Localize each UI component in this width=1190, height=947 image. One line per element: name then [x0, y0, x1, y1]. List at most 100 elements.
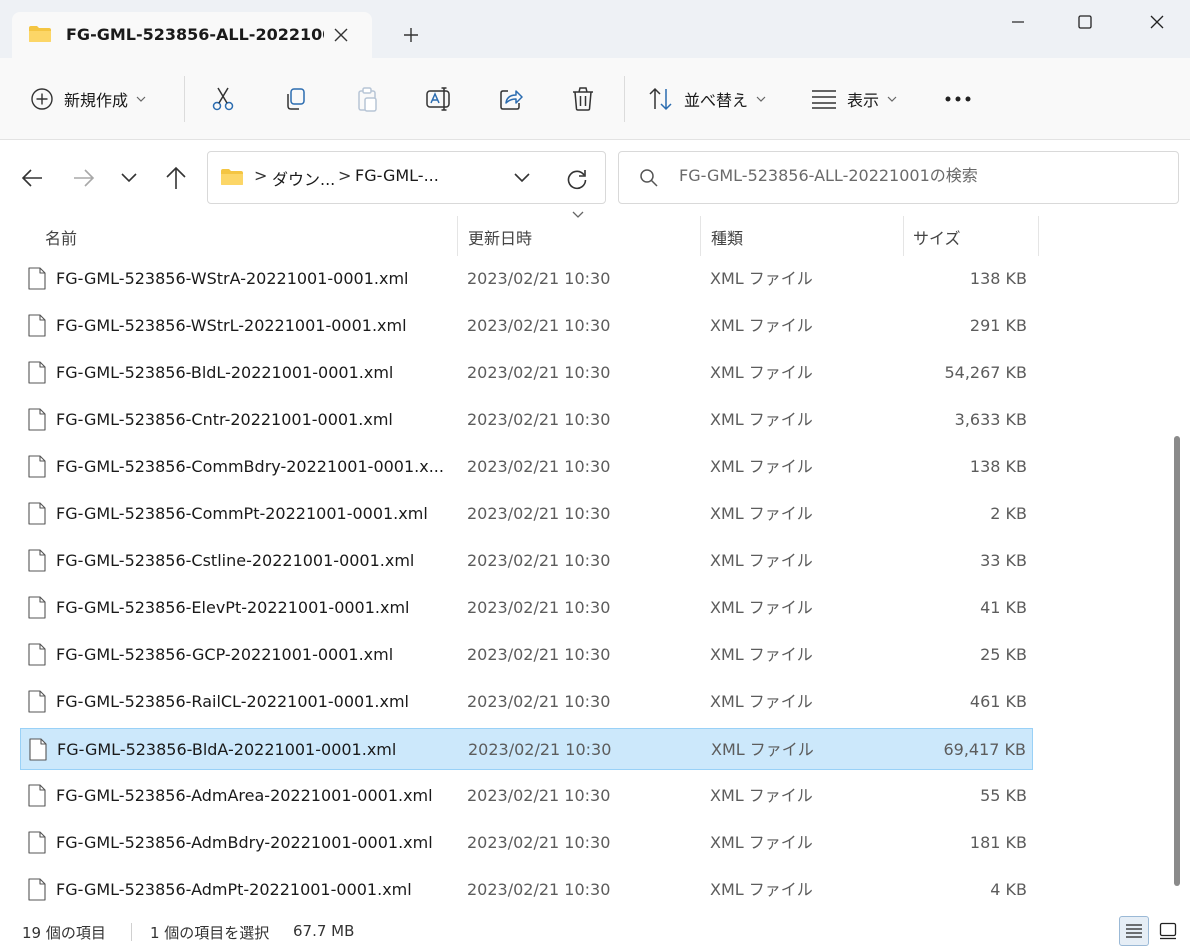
search-input[interactable]	[679, 166, 1159, 185]
status-divider	[131, 923, 132, 941]
view-button-label: 表示	[847, 91, 880, 110]
column-divider[interactable]	[1038, 216, 1039, 256]
address-history-button[interactable]	[510, 168, 534, 188]
file-row[interactable]: FG-GML-523856-WStrL-20221001-0001.xml 20…	[20, 305, 1033, 347]
file-row[interactable]: FG-GML-523856-GCP-20221001-0001.xml 2023…	[20, 634, 1033, 676]
back-button[interactable]	[16, 162, 48, 194]
file-row[interactable]: FG-GML-523856-AdmPt-20221001-0001.xml 20…	[20, 869, 1033, 911]
file-row[interactable]: FG-GML-523856-RailCL-20221001-0001.xml 2…	[20, 681, 1033, 723]
tiles-view-button[interactable]	[1153, 916, 1183, 946]
file-type: XML ファイル	[710, 598, 813, 617]
breadcrumb-downloads[interactable]: ダウン...	[272, 166, 335, 190]
details-view-icon	[1126, 924, 1142, 938]
file-name: FG-GML-523856-CommPt-20221001-0001.xml	[56, 504, 428, 523]
rename-button[interactable]	[422, 82, 456, 116]
file-size: 2 KB	[990, 504, 1027, 523]
file-row[interactable]: FG-GML-523856-AdmBdry-20221001-0001.xml …	[20, 822, 1033, 864]
forward-button[interactable]	[68, 162, 100, 194]
share-button[interactable]	[494, 82, 528, 116]
breadcrumb-current-folder[interactable]: FG-GML-...	[355, 166, 439, 185]
tiles-view-icon	[1159, 922, 1177, 940]
file-type: XML ファイル	[710, 645, 813, 664]
column-divider[interactable]	[457, 216, 458, 256]
paste-button[interactable]	[350, 82, 384, 116]
file-row[interactable]: FG-GML-523856-AdmArea-20221001-0001.xml …	[20, 775, 1033, 817]
file-modified-date: 2023/02/21 10:30	[467, 692, 611, 711]
maximize-button[interactable]	[1062, 4, 1108, 40]
file-type: XML ファイル	[710, 833, 813, 852]
file-modified-date: 2023/02/21 10:30	[467, 551, 611, 570]
file-name: FG-GML-523856-Cntr-20221001-0001.xml	[56, 410, 393, 429]
file-icon	[29, 738, 47, 761]
arrow-up-icon	[166, 166, 186, 189]
tab-title: FG-GML-523856-ALL-20221001	[66, 25, 324, 44]
chevron-down-icon	[121, 173, 137, 183]
address-bar[interactable]: > ダウン... > FG-GML-...	[207, 151, 606, 204]
command-bar: 新規作成 並べ替え 表示	[0, 58, 1190, 140]
file-modified-date: 2023/02/21 10:30	[467, 645, 611, 664]
file-name: FG-GML-523856-GCP-20221001-0001.xml	[56, 645, 394, 664]
search-box[interactable]	[618, 151, 1179, 204]
file-size: 138 KB	[969, 269, 1027, 288]
file-modified-date: 2023/02/21 10:30	[467, 880, 611, 899]
minimize-button[interactable]	[995, 4, 1041, 40]
cut-button[interactable]	[206, 82, 240, 116]
rename-icon	[426, 87, 450, 111]
column-header-name[interactable]: 名前	[45, 214, 77, 260]
scrollbar-thumb[interactable]	[1174, 436, 1180, 886]
file-row[interactable]: FG-GML-523856-ElevPt-20221001-0001.xml 2…	[20, 587, 1033, 629]
file-type: XML ファイル	[711, 740, 814, 759]
breadcrumb-separator: >	[338, 166, 352, 185]
file-row[interactable]: FG-GML-523856-BldA-20221001-0001.xml 202…	[20, 728, 1033, 770]
file-row[interactable]: FG-GML-523856-Cstline-20221001-0001.xml …	[20, 540, 1033, 582]
breadcrumb-separator: >	[254, 166, 268, 185]
column-header-type[interactable]: 種類	[711, 214, 743, 260]
copy-button[interactable]	[278, 82, 312, 116]
column-header-date[interactable]: 更新日時	[468, 214, 532, 260]
selected-size: 67.7 MB	[293, 922, 355, 940]
new-tab-button[interactable]	[396, 20, 426, 50]
file-type: XML ファイル	[710, 551, 813, 570]
file-type: XML ファイル	[710, 363, 813, 382]
file-row[interactable]: FG-GML-523856-CommPt-20221001-0001.xml 2…	[20, 493, 1033, 535]
minimize-icon	[1012, 21, 1024, 23]
delete-button[interactable]	[566, 82, 600, 116]
up-button[interactable]	[160, 162, 192, 194]
file-modified-date: 2023/02/21 10:30	[467, 598, 611, 617]
new-button[interactable]: 新規作成	[30, 78, 146, 120]
file-row[interactable]: FG-GML-523856-CommBdry-20221001-0001.x..…	[20, 446, 1033, 488]
file-row[interactable]: FG-GML-523856-WStrA-20221001-0001.xml 20…	[20, 258, 1033, 300]
close-tab-button[interactable]	[328, 22, 354, 48]
title-bar: FG-GML-523856-ALL-20221001	[0, 0, 1190, 58]
details-view-button[interactable]	[1119, 916, 1149, 946]
file-icon	[28, 549, 46, 572]
file-name: FG-GML-523856-RailCL-20221001-0001.xml	[56, 692, 409, 711]
tab-current-folder[interactable]: FG-GML-523856-ALL-20221001	[12, 12, 372, 58]
recent-locations-button[interactable]	[113, 162, 145, 194]
more-options-button[interactable]	[944, 78, 972, 120]
file-size: 54,267 KB	[944, 363, 1027, 382]
refresh-icon	[567, 170, 587, 190]
file-type: XML ファイル	[710, 410, 813, 429]
status-bar: 19 個の項目 1 個の項目を選択 67.7 MB	[0, 914, 1190, 947]
refresh-button[interactable]	[564, 166, 590, 192]
view-button[interactable]: 表示	[811, 78, 897, 120]
column-divider[interactable]	[903, 216, 904, 256]
column-header-size[interactable]: サイズ	[913, 214, 961, 260]
file-type: XML ファイル	[710, 504, 813, 523]
vertical-scrollbar[interactable]	[1168, 216, 1184, 916]
file-name: FG-GML-523856-AdmArea-20221001-0001.xml	[56, 786, 433, 805]
more-icon	[945, 96, 971, 102]
column-divider[interactable]	[700, 216, 701, 256]
close-window-button[interactable]	[1134, 4, 1180, 40]
file-row[interactable]: FG-GML-523856-BldL-20221001-0001.xml 202…	[20, 352, 1033, 394]
toolbar-divider	[624, 76, 625, 122]
file-modified-date: 2023/02/21 10:30	[467, 363, 611, 382]
file-size: 4 KB	[990, 880, 1027, 899]
file-icon	[28, 361, 46, 384]
sort-button[interactable]: 並べ替え	[648, 78, 766, 120]
folder-icon	[221, 169, 243, 185]
file-name: FG-GML-523856-WStrL-20221001-0001.xml	[56, 316, 407, 335]
file-row[interactable]: FG-GML-523856-Cntr-20221001-0001.xml 202…	[20, 399, 1033, 441]
chevron-down-icon	[756, 96, 766, 102]
